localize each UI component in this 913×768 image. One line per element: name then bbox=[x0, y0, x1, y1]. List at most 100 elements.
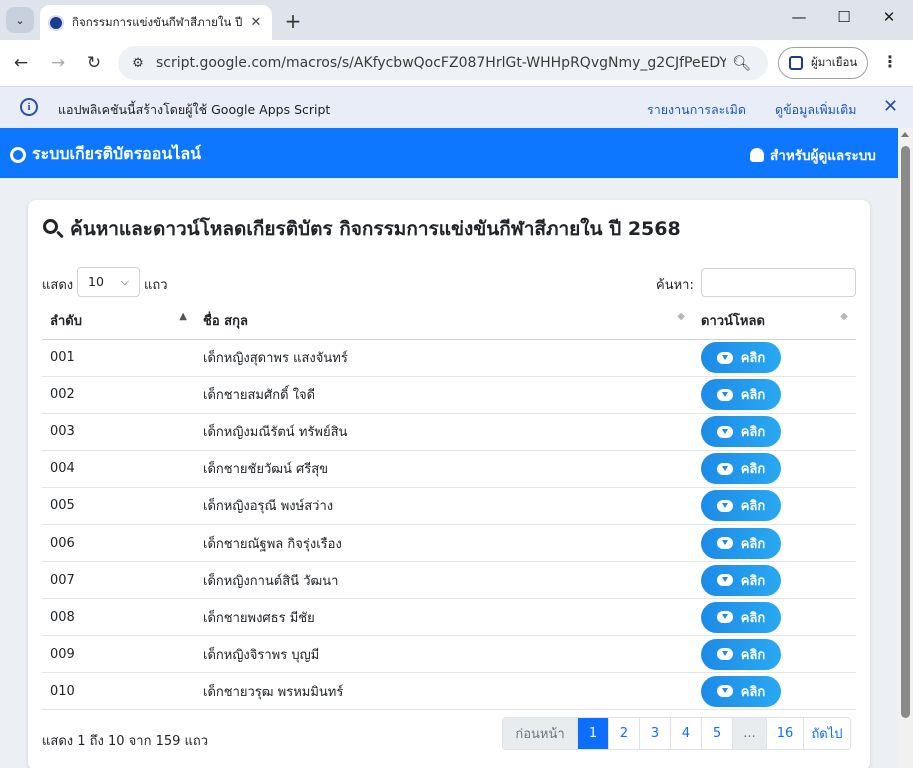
sort-icon: ◆ bbox=[677, 311, 685, 322]
row-name: เด็กหญิงสุดาพร แสงจันทร์ bbox=[195, 339, 693, 377]
table-row: 004 เด็กชายชัยวัฒน์ ศรีสุข คลิก bbox=[42, 450, 856, 488]
pagination-ellipsis: ... bbox=[732, 718, 766, 749]
cloud-download-icon bbox=[716, 425, 733, 438]
close-tab-icon[interactable]: ✕ bbox=[248, 15, 264, 30]
row-download-cell: คลิก bbox=[693, 413, 856, 451]
row-name: เด็กชายพงศธร มีชัย bbox=[195, 598, 693, 637]
download-button-label: คลิก bbox=[740, 536, 766, 552]
length-label-pre: แสดง bbox=[42, 278, 74, 293]
close-window-icon[interactable]: ✕ bbox=[874, 8, 904, 26]
maximize-icon[interactable]: ☐ bbox=[829, 8, 859, 26]
tab-search-button[interactable]: ⌄ bbox=[6, 7, 34, 33]
download-button[interactable]: คลิก bbox=[701, 564, 781, 596]
page-button-1[interactable]: 1 bbox=[577, 718, 608, 749]
close-infobar-icon[interactable]: ✕ bbox=[883, 96, 898, 117]
download-button[interactable]: คลิก bbox=[701, 453, 781, 485]
next-page-button[interactable]: ถัดไป bbox=[803, 718, 850, 749]
zoom-search-icon[interactable]: 🔍︎ bbox=[732, 54, 751, 72]
cloud-download-icon bbox=[716, 648, 733, 661]
search-label: ค้นหา: bbox=[656, 278, 694, 293]
table-row: 001 เด็กหญิงสุดาพร แสงจันทร์ คลิก bbox=[42, 339, 856, 377]
row-order: 002 bbox=[42, 376, 195, 414]
download-button[interactable]: คลิก bbox=[701, 527, 781, 559]
site-settings-icon[interactable]: ⚙ bbox=[128, 53, 148, 73]
row-name: เด็กหญิงมณีรัตน์ ทรัพย์สิน bbox=[195, 413, 693, 451]
search-icon bbox=[42, 218, 64, 240]
download-button[interactable]: คลิก bbox=[701, 342, 781, 374]
address-bar[interactable]: ⚙ script.google.com/macros/s/AKfycbwQocF… bbox=[118, 46, 768, 80]
column-header-order[interactable]: ลำดับ ▲ bbox=[42, 303, 195, 340]
profile-button[interactable]: ผู้มาเยือน bbox=[778, 47, 868, 79]
row-download-cell: คลิก bbox=[693, 487, 856, 525]
page-button-2[interactable]: 2 bbox=[608, 718, 639, 749]
scroll-up-icon[interactable] bbox=[901, 132, 909, 137]
row-name: เด็กหญิงกานต์สินี วัฒนา bbox=[195, 561, 693, 600]
page-button-5[interactable]: 5 bbox=[701, 718, 732, 749]
row-name: เด็กชายณัฐพล กิจรุ่งเรือง bbox=[195, 524, 693, 563]
download-button-label: คลิก bbox=[740, 499, 766, 515]
table-search-input[interactable] bbox=[701, 268, 856, 297]
more-menu-icon[interactable]: ⋮ bbox=[880, 52, 900, 71]
site-favicon-icon bbox=[48, 14, 64, 31]
row-name: เด็กชายวรุฒ พรหมมินทร์ bbox=[195, 672, 693, 711]
table-header-row: ลำดับ ▲ ชื่อ สกุล ◆ ดาวน์โหลด ◆ bbox=[42, 303, 856, 340]
download-button[interactable]: คลิก bbox=[701, 675, 781, 707]
row-download-cell: คลิก bbox=[693, 524, 856, 563]
brand-title: ระบบเกียรติบัตรออนไลน์ bbox=[32, 144, 202, 163]
page-length-select[interactable]: 10 ⌵ bbox=[77, 267, 140, 297]
column-header-download-label: ดาวน์โหลด bbox=[701, 314, 765, 330]
column-header-name[interactable]: ชื่อ สกุล ◆ bbox=[195, 303, 693, 340]
sort-icon: ◆ bbox=[840, 311, 848, 322]
download-button[interactable]: คลิก bbox=[701, 601, 781, 633]
browser-tab[interactable]: กิจกรรมการแข่งขันกีฬาสีภายใน ปี 25 ✕ bbox=[40, 5, 272, 40]
scrollbar-thumb[interactable] bbox=[901, 146, 910, 718]
forward-arrow-icon[interactable]: → bbox=[46, 51, 70, 75]
user-gear-icon bbox=[750, 148, 764, 162]
tab-title: กิจกรรมการแข่งขันกีฬาสีภายใน ปี 25 bbox=[72, 14, 242, 29]
back-arrow-icon[interactable]: ← bbox=[9, 51, 33, 75]
pagination: ก่อนหน้า 1 2 3 4 5... 16 ถัดไป bbox=[502, 717, 851, 750]
page-button-16[interactable]: 16 bbox=[766, 718, 803, 749]
page-button-4[interactable]: 4 bbox=[670, 718, 701, 749]
previous-page-button[interactable]: ก่อนหน้า bbox=[503, 718, 577, 749]
row-name: เด็กชายสมศักดิ์ ใจดี bbox=[195, 376, 693, 414]
page-length-value: 10 bbox=[88, 274, 104, 289]
table-row: 010 เด็กชายวรุฒ พรหมมินทร์ คลิก bbox=[42, 672, 856, 711]
download-button[interactable]: คลิก bbox=[701, 379, 781, 411]
column-header-download[interactable]: ดาวน์โหลด ◆ bbox=[693, 303, 856, 340]
minimize-icon[interactable]: — bbox=[784, 8, 814, 26]
download-button-label: คลิก bbox=[740, 388, 766, 404]
reload-icon[interactable]: ↻ bbox=[82, 51, 106, 75]
award-icon bbox=[10, 146, 26, 163]
cloud-download-icon bbox=[716, 351, 733, 364]
download-button[interactable]: คลิก bbox=[701, 638, 781, 670]
tab-strip: ⌄ กิจกรรมการแข่งขันกีฬาสีภายใน ปี 25 ✕ +… bbox=[0, 0, 913, 40]
infobar-text: แอปพลิเคชันนี้สร้างโดยผู้ใช้ Google Apps… bbox=[58, 102, 331, 117]
learn-more-link[interactable]: ดูข้อมูลเพิ่มเติม bbox=[775, 100, 856, 120]
download-button-label: คลิก bbox=[740, 684, 766, 700]
table-info: แสดง 1 ถึง 10 จาก 159 แถว bbox=[42, 734, 209, 749]
row-order: 001 bbox=[42, 339, 195, 377]
row-download-cell: คลิก bbox=[693, 635, 856, 674]
download-button-label: คลิก bbox=[740, 425, 766, 441]
admin-link[interactable]: สำหรับผู้ดูแลระบบ bbox=[750, 144, 876, 166]
table-row: 005 เด็กหญิงอรุณี พงษ์สว่าง คลิก bbox=[42, 487, 856, 525]
page-button-3[interactable]: 3 bbox=[639, 718, 670, 749]
page-scrollbar[interactable] bbox=[898, 128, 913, 768]
length-label-post: แถว bbox=[144, 278, 168, 293]
cloud-download-icon bbox=[716, 462, 733, 475]
row-download-cell: คลิก bbox=[693, 450, 856, 488]
brand[interactable]: ระบบเกียรติบัตรออนไลน์ bbox=[10, 142, 201, 167]
table-row: 009 เด็กหญิงจิราพร บุญมี คลิก bbox=[42, 635, 856, 674]
download-button-label: คลิก bbox=[740, 462, 766, 478]
row-download-cell: คลิก bbox=[693, 339, 856, 377]
new-tab-button[interactable]: + bbox=[282, 9, 304, 33]
report-abuse-link[interactable]: รายงานการละเมิด bbox=[647, 100, 746, 120]
row-name: เด็กหญิงอรุณี พงษ์สว่าง bbox=[195, 487, 693, 525]
url-text[interactable]: script.google.com/macros/s/AKfycbwQocFZ0… bbox=[156, 55, 726, 71]
download-button[interactable]: คลิก bbox=[701, 490, 781, 522]
download-button[interactable]: คลิก bbox=[701, 416, 781, 448]
cloud-download-icon bbox=[716, 388, 733, 401]
row-order: 010 bbox=[42, 672, 195, 711]
chevron-down-icon: ⌄ bbox=[15, 13, 25, 27]
